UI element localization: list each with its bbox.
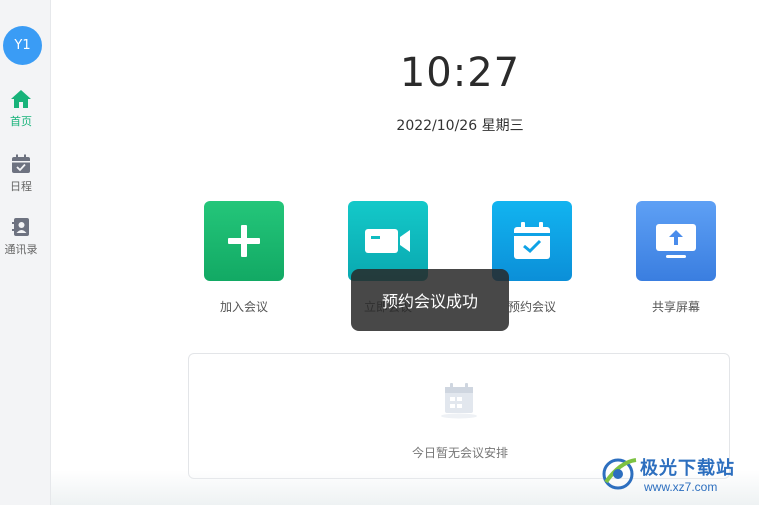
watermark-title: 极光下载站 — [640, 458, 735, 479]
avatar[interactable]: Y1 — [3, 26, 42, 65]
sidebar-item-home[interactable]: 首页 — [0, 88, 42, 129]
sidebar-item-contacts[interactable]: 通讯录 — [0, 216, 42, 257]
join-meeting-button[interactable]: 加入会议 — [189, 201, 299, 315]
share-screen-label: 共享屏幕 — [651, 300, 700, 314]
watermark-logo-icon — [602, 458, 637, 490]
sidebar-item-label: 通讯录 — [4, 243, 38, 256]
avatar-initials: Y1 — [14, 38, 31, 53]
toast-message: 预约会议成功 — [351, 269, 509, 331]
screen-share-icon — [656, 224, 696, 258]
toast-text: 预约会议成功 — [381, 292, 478, 311]
join-meeting-label: 加入会议 — [219, 300, 268, 314]
site-watermark: 极光下载站 www.xz7.com — [600, 452, 755, 498]
video-camera-icon — [365, 229, 410, 253]
contacts-icon — [12, 218, 29, 236]
sidebar: Y1 首页 日程 通讯录 — [0, 0, 51, 505]
share-screen-button[interactable]: 共享屏幕 — [621, 201, 731, 315]
sidebar-item-label: 首页 — [10, 115, 32, 128]
watermark-url: www.xz7.com — [644, 480, 718, 494]
plus-icon — [228, 225, 260, 257]
clock-time: 10:27 — [399, 50, 521, 96]
home-icon — [11, 90, 31, 108]
calendar-icon — [12, 154, 30, 173]
calendar-check-icon — [514, 222, 550, 259]
clock-date: 2022/10/26 星期三 — [396, 118, 524, 134]
share-screen-tile[interactable] — [636, 201, 716, 281]
sidebar-item-label: 日程 — [10, 180, 32, 193]
sidebar-item-schedule[interactable]: 日程 — [0, 153, 42, 194]
empty-calendar-icon — [441, 383, 477, 419]
join-meeting-tile[interactable] — [204, 201, 284, 281]
